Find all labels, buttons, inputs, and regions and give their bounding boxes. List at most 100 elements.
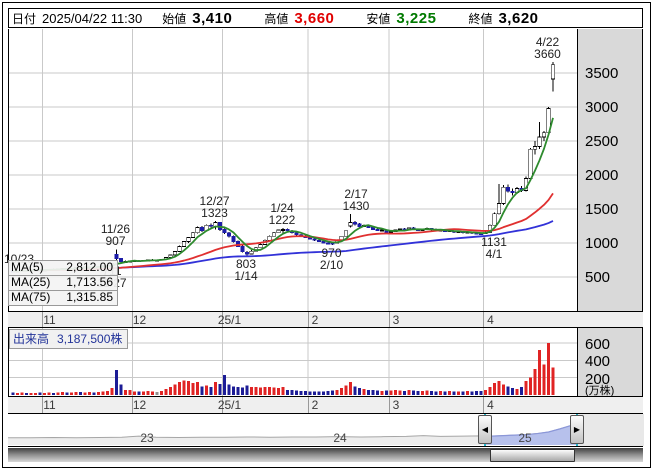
volume-bar — [466, 391, 469, 395]
candle-body — [223, 229, 227, 232]
volume-bar — [187, 381, 190, 395]
volume-axis-label: 600 — [585, 336, 610, 353]
volume-bar — [363, 389, 366, 395]
open-value: 3,410 — [192, 10, 232, 27]
nav-year-label: 25 — [518, 431, 531, 445]
volume-bar — [124, 390, 127, 395]
navigator-right-handle[interactable]: ▶ — [570, 415, 584, 444]
price-axis-label: 3000 — [585, 99, 618, 116]
volume-bar — [232, 386, 235, 395]
candle-body — [187, 238, 191, 242]
candle-body — [272, 233, 276, 236]
volume-bar — [345, 385, 348, 395]
volume-bar — [106, 391, 109, 395]
volume-bar — [435, 391, 438, 395]
volume-bar — [178, 382, 181, 395]
volume-bar — [205, 385, 208, 395]
price-annotation: 8031/14 — [234, 258, 257, 282]
volume-bar — [331, 391, 334, 395]
volume-bar — [390, 391, 393, 395]
volume-bar — [48, 392, 51, 395]
volume-bar — [376, 391, 379, 395]
volume-bar — [309, 391, 312, 395]
candle-body — [119, 259, 123, 262]
volume-bar — [277, 388, 280, 395]
volume-bar — [214, 382, 217, 395]
month-tick — [308, 312, 309, 327]
volume-bar — [453, 392, 456, 395]
volume-y-axis: 600400200(万株) — [577, 328, 643, 396]
volume-bar — [138, 392, 141, 395]
ma-legend: MA(5) 2,812.00 MA(25) 1,713.56 MA(75) 1,… — [8, 261, 118, 306]
volume-bar — [381, 391, 384, 395]
volume-bar — [12, 392, 15, 395]
candle-body — [511, 191, 515, 192]
volume-bar — [223, 375, 226, 395]
month-label: 12 — [133, 313, 146, 327]
ma75-legend-row: MA(75) 1,315.85 — [8, 290, 118, 306]
price-axis-label: 1000 — [585, 235, 618, 252]
candle-body — [182, 242, 186, 247]
candle-body — [268, 236, 272, 240]
price-axis-label: 500 — [585, 269, 610, 286]
volume-bar — [444, 392, 447, 395]
candle-body — [538, 137, 542, 147]
price-annotation: 4/223660 — [534, 36, 561, 60]
candle-body — [322, 242, 326, 243]
month-label: 4 — [487, 313, 494, 327]
candle-body — [115, 255, 119, 259]
candle-body — [178, 246, 182, 251]
stock-chart-widget: 日付 2025/04/22 11:30 始値 3,410 高値 3,660 安値… — [0, 0, 653, 470]
volume-bar — [70, 392, 73, 395]
volume-bar — [457, 391, 460, 395]
ma25-legend-row: MA(25) 1,713.56 — [8, 275, 118, 291]
volume-bar — [471, 392, 474, 395]
month-label: 2 — [312, 398, 319, 412]
volume-bar — [507, 386, 510, 395]
ma75-value: 1,315.85 — [66, 291, 113, 304]
volume-bar — [196, 382, 199, 395]
price-annotation: 1/241222 — [269, 202, 296, 226]
volume-bar — [16, 393, 19, 395]
candle-body — [349, 223, 353, 226]
volume-label: 出来高 — [13, 332, 49, 346]
navigator-left-handle[interactable]: ◀ — [478, 415, 492, 444]
year-navigator[interactable]: ◀ ▶ 232425 — [8, 414, 643, 447]
volume-bar — [336, 390, 339, 395]
month-tick — [483, 312, 484, 327]
candle-body — [286, 229, 290, 230]
date-value: 2025/04/22 11:30 — [42, 11, 142, 26]
low-label: 安値 — [366, 10, 390, 27]
volume-bar — [147, 391, 150, 395]
scrollbar-thumb[interactable] — [490, 449, 575, 462]
candle-body — [380, 230, 384, 231]
volume-bar — [322, 392, 325, 395]
volume-bar — [300, 391, 303, 395]
right-arrow-icon: ▶ — [574, 425, 580, 434]
volume-bar — [25, 393, 28, 395]
candle-body — [232, 236, 236, 241]
volume-bar — [412, 391, 415, 395]
volume-bar — [489, 387, 492, 395]
candle-body — [493, 214, 497, 226]
volume-bar — [133, 392, 136, 395]
volume-bar — [255, 387, 258, 395]
month-label: 25/1 — [218, 398, 241, 412]
low-value: 3,225 — [396, 10, 436, 27]
month-tick — [389, 397, 390, 413]
volume-bar — [66, 393, 69, 395]
volume-bar — [34, 393, 37, 395]
candle-body — [250, 251, 254, 254]
volume-bar — [295, 391, 298, 395]
price-annotation: 2/171430 — [343, 188, 370, 212]
volume-bar — [228, 385, 231, 395]
volume-bar — [403, 391, 406, 395]
volume-bar — [525, 381, 528, 395]
horizontal-scrollbar-track[interactable] — [8, 448, 643, 462]
left-arrow-icon: ◀ — [482, 425, 488, 434]
month-label: 3 — [393, 398, 400, 412]
volume-bar — [183, 380, 186, 395]
volume-bar — [165, 389, 168, 395]
volume-bar — [21, 393, 24, 395]
volume-axis-label: 400 — [585, 353, 610, 370]
